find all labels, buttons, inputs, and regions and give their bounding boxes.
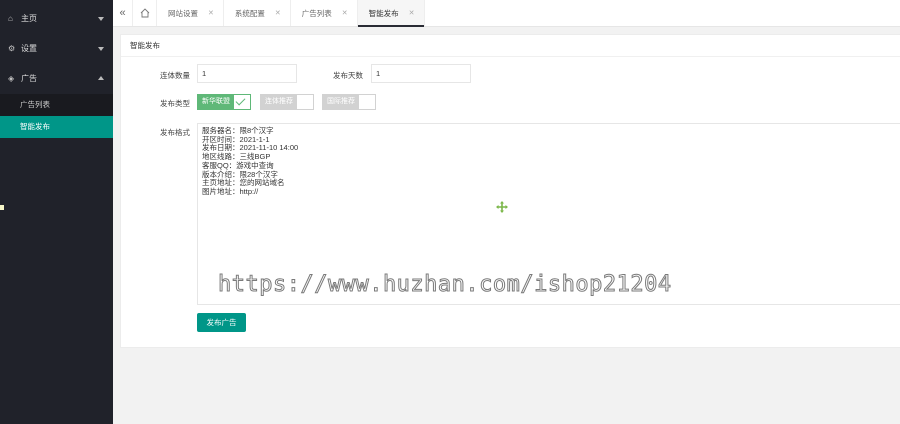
format-label: 发布格式 [160, 128, 190, 137]
count-label: 连体数量 [160, 71, 190, 80]
watermark: https://www.huzhan.com/ishop21204 [218, 272, 672, 298]
tabs-bar: « 网站设置 ✕ 系统配置 ✕ 广告列表 ✕ 智能发布 ✕ [113, 0, 900, 27]
tab-smart-publish[interactable]: 智能发布 ✕ [357, 0, 425, 27]
format-line: 开区时间：2021-1-1 [202, 134, 270, 144]
sidebar-item-smart-publish[interactable]: 智能发布 [0, 116, 113, 138]
format-line: 图片地址：http:// [202, 186, 259, 196]
double-chevron-left-icon: « [119, 7, 126, 19]
close-icon[interactable]: ✕ [342, 9, 348, 17]
close-icon[interactable]: ✕ [208, 9, 214, 17]
move-cursor-icon [496, 201, 508, 213]
card-title: 智能发布 [121, 35, 900, 57]
tab-system-config[interactable]: 系统配置 ✕ [224, 0, 291, 26]
format-line: 客服QQ：游戏中查询 [202, 160, 274, 170]
format-line: 发布日期：2021-11-10 14:00 [202, 143, 299, 153]
close-icon[interactable]: ✕ [275, 9, 281, 17]
tab-label: 智能发布 [368, 8, 399, 18]
tab-site-settings[interactable]: 网站设置 ✕ [157, 0, 224, 26]
home-icon: ⌂ [8, 14, 13, 23]
tab-ad-list[interactable]: 广告列表 ✕ [291, 0, 358, 26]
format-line: 版本介绍：限28个汉字 [202, 169, 278, 179]
publish-ad-button[interactable]: 发布广告 [197, 313, 246, 332]
type-checkbox-xinhua[interactable]: 新华联盟 [197, 94, 251, 110]
sidebar-item-label: 广告 [21, 74, 37, 83]
sidebar-item-ad-list[interactable]: 广告列表 [0, 94, 113, 116]
count-input[interactable] [197, 64, 297, 83]
diamond-icon: ◈ [8, 74, 15, 83]
format-line: 服务器名：限8个汉字 [202, 126, 274, 135]
checkbox-label: 新华联盟 [198, 95, 234, 109]
tab-label: 网站设置 [168, 8, 198, 18]
checkbox-label: 连体推荐 [261, 95, 297, 109]
checkmark-icon [234, 95, 250, 109]
chevron-up-icon [98, 76, 104, 80]
type-label: 发布类型 [160, 99, 190, 108]
checkbox-box [359, 95, 375, 109]
type-checkbox-lianti[interactable]: 连体推荐 [260, 94, 314, 110]
close-icon[interactable]: ✕ [409, 9, 415, 17]
checkbox-label: 国际推荐 [323, 95, 359, 109]
collapse-sidebar-button[interactable]: « [113, 0, 133, 26]
sidebar-item-home[interactable]: ⌂ 主页 [0, 4, 113, 34]
days-label: 发布天数 [333, 71, 363, 80]
tab-label: 系统配置 [234, 8, 265, 18]
side-marker [0, 205, 4, 210]
tab-label: 广告列表 [301, 8, 332, 18]
sidebar: ⌂ 主页 ⚙ 设置 ◈ 广告 广告列表 智能发布 [0, 0, 113, 424]
format-line: 地区线路：三线BGP [202, 152, 271, 162]
sidebar-item-label: 设置 [21, 44, 37, 53]
chevron-down-icon [98, 47, 104, 51]
format-line: 主页地址：您的网站域名 [202, 178, 285, 188]
type-checkbox-guoji[interactable]: 国际推荐 [322, 94, 376, 110]
ads-submenu: 广告列表 智能发布 [0, 94, 113, 138]
sidebar-item-settings[interactable]: ⚙ 设置 [0, 34, 113, 64]
checkbox-box [297, 95, 313, 109]
sidebar-item-ads[interactable]: ◈ 广告 [0, 64, 113, 94]
days-input[interactable] [371, 64, 471, 83]
home-icon [140, 8, 149, 18]
sidebar-item-label: 主页 [21, 14, 37, 23]
gear-icon: ⚙ [8, 44, 16, 53]
chevron-down-icon [98, 17, 104, 21]
home-tab-button[interactable] [133, 0, 157, 26]
